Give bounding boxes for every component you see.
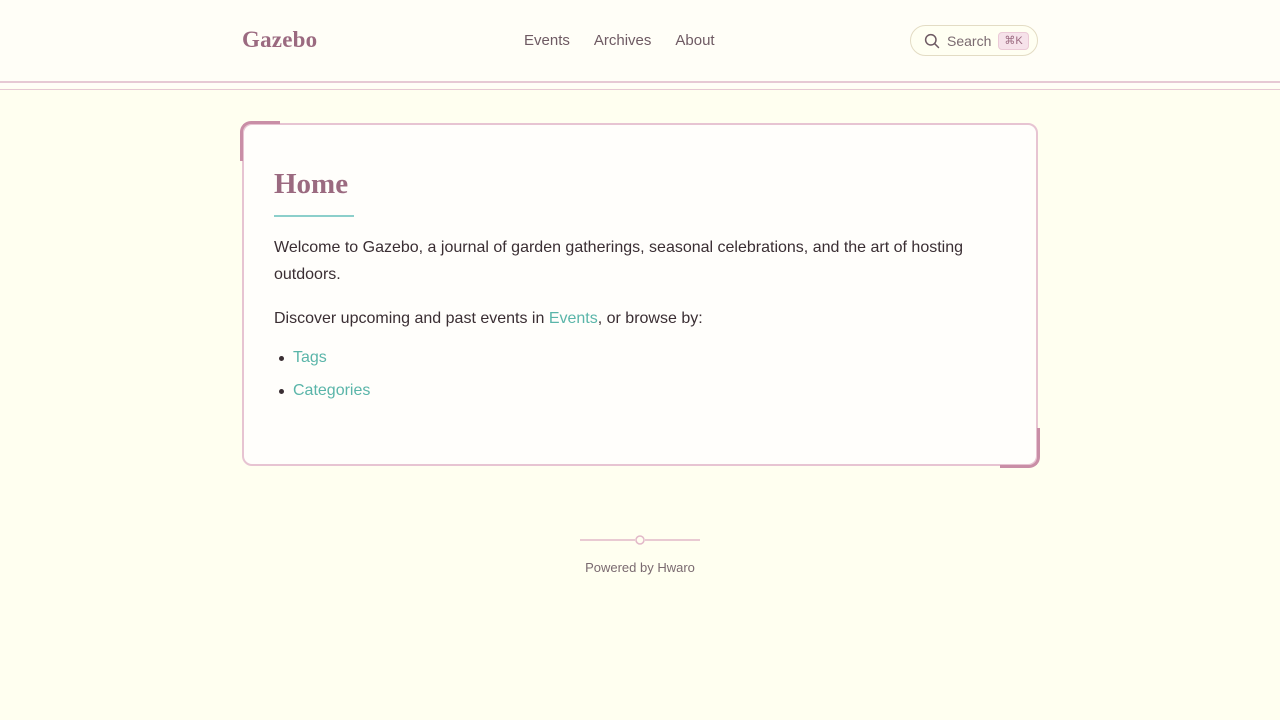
- site-footer: Powered by Hwaro: [0, 560, 1280, 575]
- title-underline: [274, 215, 354, 217]
- header-inner: Gazebo Events Archives About Search ⌘K: [242, 0, 1038, 81]
- events-link[interactable]: Events: [549, 310, 598, 327]
- card-corner-bottom-right: [1000, 428, 1040, 468]
- brand-logo-link[interactable]: Gazebo: [242, 27, 317, 53]
- search-label: Search: [947, 32, 992, 49]
- nav-link-archives[interactable]: Archives: [594, 32, 652, 49]
- discover-suffix: , or browse by:: [597, 310, 703, 327]
- search-button[interactable]: Search ⌘K: [910, 25, 1038, 56]
- card-content: Home Welcome to Gazebo, a journal of gar…: [274, 165, 994, 414]
- site-header: Gazebo Events Archives About Search ⌘K: [0, 0, 1280, 90]
- discover-prefix: Discover upcoming and past events in: [274, 310, 549, 327]
- footer-divider-ornament: [580, 533, 700, 545]
- search-icon: [924, 33, 940, 49]
- nav-link-about[interactable]: About: [675, 32, 714, 49]
- list-item: Tags: [279, 348, 994, 368]
- nav-link-events[interactable]: Events: [524, 32, 570, 49]
- categories-link[interactable]: Categories: [293, 382, 370, 399]
- intro-paragraph: Welcome to Gazebo, a journal of garden g…: [274, 239, 964, 283]
- list-item: Categories: [279, 381, 994, 401]
- page-title: Home: [274, 168, 349, 200]
- search-shortcut-badge: ⌘K: [998, 31, 1029, 50]
- home-card: Home Welcome to Gazebo, a journal of gar…: [240, 121, 1040, 468]
- discover-paragraph: Discover upcoming and past events in Eve…: [274, 305, 994, 332]
- main-nav: Events Archives About: [524, 32, 715, 49]
- card-corner-top-left: [240, 121, 280, 161]
- tags-link[interactable]: Tags: [293, 349, 327, 366]
- browse-list: Tags Categories: [274, 348, 994, 401]
- powered-by-prefix: Powered by: [585, 560, 658, 575]
- hwaro-link[interactable]: Hwaro: [657, 560, 695, 575]
